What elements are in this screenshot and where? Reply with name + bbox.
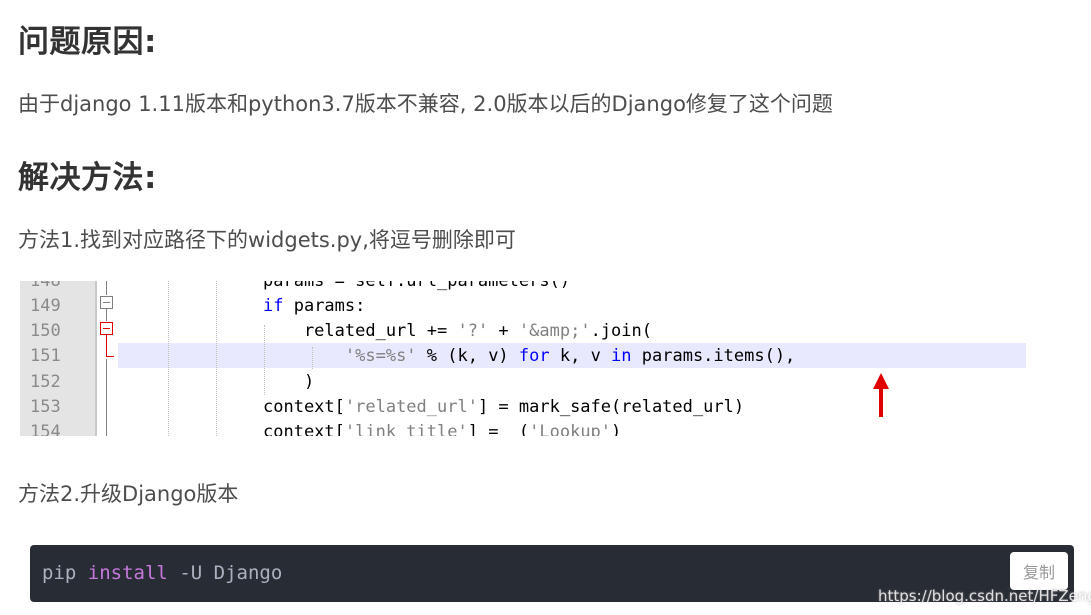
- fold-collapse-icon[interactable]: [100, 322, 113, 335]
- pip-command: pip install -U Django: [42, 562, 282, 584]
- method2-text: 方法2.升级Django版本: [18, 482, 239, 506]
- fold-line: [106, 359, 107, 436]
- code-screenshot: 148 149 150 151 152 153 154 params = sel…: [20, 281, 1028, 436]
- code-line: if params:: [263, 296, 366, 316]
- line-number: 154: [30, 422, 61, 436]
- red-arrow-icon: [873, 373, 889, 417]
- line-number: 150: [30, 321, 61, 341]
- line-number: 152: [30, 372, 61, 392]
- fold-line: [106, 335, 107, 357]
- indent-guide: [216, 281, 217, 436]
- code-line: ): [263, 372, 315, 392]
- copy-button[interactable]: 复制: [1010, 552, 1068, 590]
- code-line: params = self.url_parameters(): [263, 281, 571, 291]
- fold-collapse-icon[interactable]: [100, 296, 113, 309]
- heading-cause: 问题原因:: [18, 24, 157, 60]
- code-line: '%s=%s' % (k, v) for k, v in params.item…: [344, 346, 796, 366]
- indent-guide: [168, 281, 169, 436]
- heading-solution: 解决方法:: [18, 160, 157, 196]
- code-line: context['link_title'] = _('Lookup'): [263, 422, 622, 436]
- code-line: related_url += '?' + '&amp;'.join(: [263, 321, 652, 341]
- line-number: 149: [30, 296, 61, 316]
- fold-line: [106, 281, 107, 295]
- line-number: 148: [30, 281, 61, 291]
- fold-end-marker: [106, 356, 114, 357]
- code-line: context['related_url'] = mark_safe(relat…: [263, 397, 745, 417]
- cmd-install: install: [87, 562, 168, 584]
- fold-line: [106, 309, 107, 321]
- method1-text: 方法1.找到对应路径下的widgets.py,将逗号删除即可: [18, 228, 516, 252]
- cmd-args: -U Django: [179, 562, 283, 584]
- line-number: 151: [30, 346, 61, 366]
- watermark: https://blog.csdn.net/HFZeng: [878, 587, 1091, 605]
- cmd-pip: pip: [42, 562, 77, 584]
- line-number: 153: [30, 397, 61, 417]
- cause-text: 由于django 1.11版本和python3.7版本不兼容, 2.0版本以后的…: [18, 92, 833, 116]
